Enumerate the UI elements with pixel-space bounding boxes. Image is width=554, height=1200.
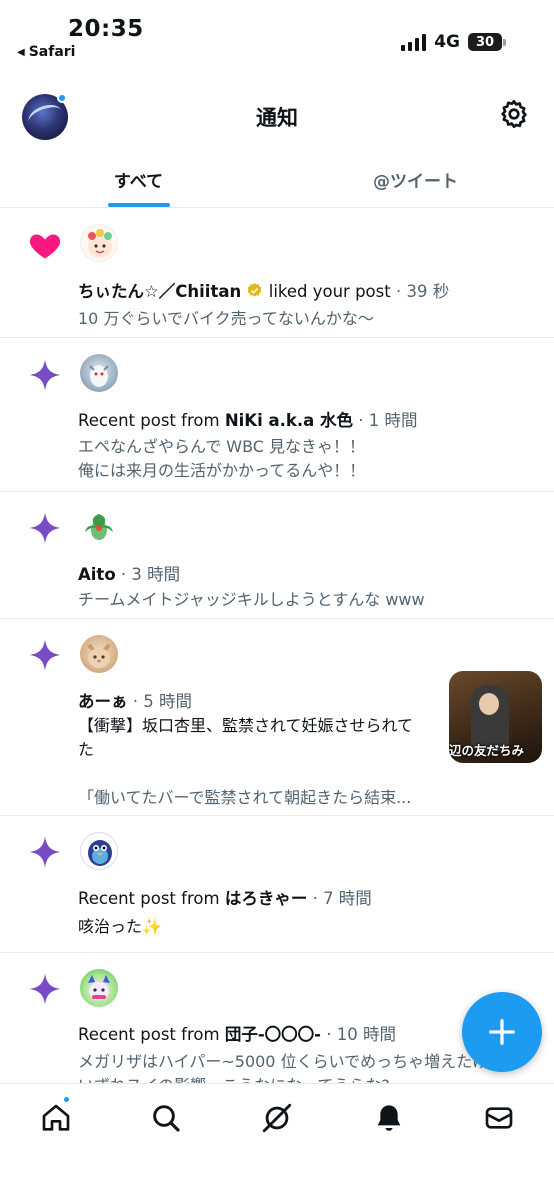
notification-line: Recent post from 団子-〇〇〇- · 10 時間 <box>78 1025 397 1044</box>
settings-gear-icon[interactable] <box>498 98 530 130</box>
notification-time: 39 秒 <box>406 282 450 301</box>
network-type: 4G <box>434 32 460 52</box>
post-text: 咳治った✨ <box>78 917 162 936</box>
status-indicators: 4G 30 <box>401 32 506 52</box>
user-name[interactable]: ちぃたん☆／Chiitan <box>78 282 241 301</box>
notification-time: 1 時間 <box>368 411 418 430</box>
notification-item[interactable]: ちぃたん☆／Chiitan liked your post · 39 秒 10 … <box>0 209 554 338</box>
cellular-signal-icon <box>401 33 427 51</box>
notification-line: Recent post from はろきゃー · 7 時間 <box>78 889 372 908</box>
recent-post-prefix: Recent post from <box>78 411 220 430</box>
nav-communities[interactable] <box>257 1098 297 1138</box>
notification-item[interactable]: Aito · 3 時間 チームメイトジャッジキルしようとすんな www <box>0 492 554 619</box>
active-tab-indicator <box>108 203 170 207</box>
post-thumbnail[interactable]: 辺の友だちみ <box>449 671 542 763</box>
notification-line: Aito · 3 時間 <box>78 565 181 584</box>
notification-tabs: すべて @ツイート <box>0 150 554 208</box>
compose-post-button[interactable] <box>462 992 542 1072</box>
notification-list: ちぃたん☆／Chiitan liked your post · 39 秒 10 … <box>0 209 554 1083</box>
recent-post-prefix: Recent post from <box>78 889 220 908</box>
nav-home[interactable] <box>36 1098 76 1138</box>
page-title: 通知 <box>256 106 298 130</box>
nav-notifications[interactable] <box>369 1098 409 1138</box>
user-name[interactable]: はろきゃー <box>225 889 308 908</box>
avatar[interactable] <box>80 969 118 1007</box>
notification-item[interactable]: Recent post from はろきゃー · 7 時間 咳治った✨ <box>0 816 554 953</box>
verified-badge-icon <box>248 283 262 297</box>
tab-all[interactable]: すべて <box>0 150 277 208</box>
sparkle-icon <box>29 512 61 544</box>
post-text: メガリザはハイパー~5000 位くらいでめっちゃ増えたけど いずれスイの影響、こ… <box>78 1052 505 1083</box>
notification-line: あーぁ · 5 時間 <box>78 692 192 711</box>
status-time: 20:35 <box>68 16 144 42</box>
avatar[interactable] <box>80 832 118 870</box>
battery-icon: 30 <box>468 33 506 51</box>
user-name[interactable]: NiKi a.k.a 水色 <box>225 411 353 430</box>
post-text: エペなんざやらんで WBC 見なきゃ！！ 俺には来月の生活がかかってるんや！！ <box>78 437 366 480</box>
notification-item[interactable]: Recent post from NiKi a.k.a 水色 · 1 時間 エペ… <box>0 338 554 492</box>
home-unread-dot <box>62 1095 71 1104</box>
home-icon <box>42 1104 70 1131</box>
back-app-label: Safari <box>28 44 76 60</box>
sparkle-icon <box>29 639 61 671</box>
user-name[interactable]: Aito <box>78 565 116 584</box>
plus-icon <box>489 1019 515 1045</box>
back-triangle-icon: ◀ <box>17 46 25 58</box>
avatar[interactable] <box>80 635 118 673</box>
notification-action: liked your post <box>268 282 391 301</box>
tab-mentions[interactable]: @ツイート <box>277 150 554 208</box>
notification-time: 3 時間 <box>131 565 181 584</box>
nav-search[interactable] <box>146 1098 186 1138</box>
search-icon <box>153 1105 180 1132</box>
messages-icon <box>485 1107 513 1129</box>
notification-line: Recent post from NiKi a.k.a 水色 · 1 時間 <box>78 411 418 430</box>
battery-level: 30 <box>475 34 495 50</box>
avatar[interactable] <box>80 508 118 546</box>
sparkle-icon <box>29 359 61 391</box>
avatar[interactable] <box>80 354 118 392</box>
status-bar: 20:35 ◀ Safari 4G 30 <box>0 0 554 70</box>
notification-time: 10 時間 <box>336 1025 397 1044</box>
avatar[interactable] <box>80 224 118 262</box>
post-text: 10 万ぐらいでバイク売ってないんかな〜 <box>78 309 374 328</box>
thumbnail-caption: 辺の友だちみ <box>449 743 525 758</box>
bottom-navigation <box>0 1083 554 1200</box>
user-name[interactable]: あーぁ <box>78 692 128 711</box>
notifications-icon <box>377 1105 401 1131</box>
post-text-continued: 「働いてたバーで監禁されて朝起きたら結束... <box>78 788 412 807</box>
user-name[interactable]: 団子-〇〇〇- <box>225 1025 321 1044</box>
post-text: チームメイトジャッジキルしようとすんな www <box>78 590 425 609</box>
notification-line: ちぃたん☆／Chiitan liked your post · 39 秒 <box>78 282 450 301</box>
recent-post-prefix: Recent post from <box>78 1025 220 1044</box>
notification-time: 7 時間 <box>323 889 372 908</box>
nav-messages[interactable] <box>479 1098 519 1138</box>
notification-item[interactable]: あーぁ · 5 時間 【衝撃】坂口杏里、監禁されて妊娠させられて た 「働いてた… <box>0 619 554 816</box>
communities-icon <box>262 1103 292 1133</box>
notification-time: 5 時間 <box>143 692 192 711</box>
post-text: 【衝撃】坂口杏里、監禁されて妊娠させられて た <box>78 716 414 759</box>
sparkle-icon <box>29 973 61 1005</box>
back-to-app-link[interactable]: ◀ Safari <box>17 44 75 60</box>
heart-icon <box>29 234 61 259</box>
header: 通知 <box>0 86 554 146</box>
sparkle-icon <box>29 836 61 868</box>
